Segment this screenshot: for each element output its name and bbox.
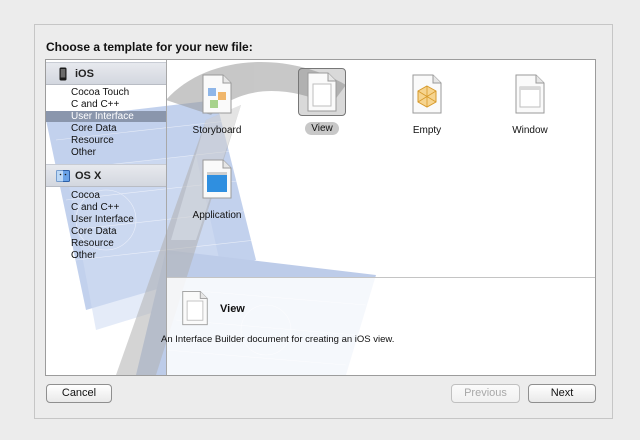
template-view[interactable]: View — [277, 68, 367, 135]
template-grid: Storyboard View Empty Window Application — [167, 60, 595, 277]
template-label: Storyboard — [192, 125, 242, 136]
sidebar-section-osx[interactable]: OS X — [46, 164, 166, 187]
storyboard-file-icon — [202, 74, 232, 114]
sidebar-item-other[interactable]: Other — [46, 147, 166, 158]
sidebar-item-core-data[interactable]: Core Data — [46, 123, 166, 134]
template-label: Empty — [412, 125, 442, 136]
iphone-icon — [56, 67, 70, 81]
cancel-button[interactable]: Cancel — [46, 384, 112, 403]
sidebar-section-ios[interactable]: iOS — [46, 62, 166, 85]
view-file-icon — [181, 290, 209, 329]
empty-file-icon — [412, 74, 442, 114]
view-file-icon — [307, 72, 337, 112]
sidebar-item-cocoa-touch[interactable]: Cocoa Touch — [46, 87, 166, 98]
sidebar-item-user-interface[interactable]: User Interface — [46, 214, 166, 225]
sidebar-section-label: OS X — [75, 169, 102, 182]
sidebar-item-core-data[interactable]: Core Data — [46, 226, 166, 237]
description-text: An Interface Builder document for creati… — [161, 334, 395, 345]
sidebar-item-other[interactable]: Other — [46, 250, 166, 261]
dialog-title: Choose a template for your new file: — [46, 40, 253, 54]
sidebar-item-user-interface[interactable]: User Interface — [46, 111, 166, 122]
template-label: Window — [512, 125, 548, 136]
previous-button[interactable]: Previous — [451, 384, 520, 403]
sidebar-item-c-and-cpp[interactable]: C and C++ — [46, 99, 166, 110]
template-category-sidebar: iOS Cocoa Touch C and C++ User Interface… — [46, 60, 167, 375]
template-panel: iOS Cocoa Touch C and C++ User Interface… — [45, 59, 596, 376]
application-file-icon — [202, 159, 232, 199]
template-empty[interactable]: Empty — [382, 70, 472, 137]
finder-icon — [56, 169, 70, 183]
sidebar-item-resource[interactable]: Resource — [46, 238, 166, 249]
template-description: View An Interface Builder document for c… — [161, 277, 595, 375]
sidebar-section-label: iOS — [75, 67, 94, 80]
description-title: View — [220, 303, 245, 315]
sidebar-item-resource[interactable]: Resource — [46, 135, 166, 146]
template-label: Application — [192, 210, 242, 221]
template-application[interactable]: Application — [172, 155, 262, 222]
sidebar-item-cocoa[interactable]: Cocoa — [46, 190, 166, 201]
template-label: View — [305, 122, 339, 135]
template-window[interactable]: Window — [485, 70, 575, 137]
window-file-icon — [515, 74, 545, 114]
sidebar-item-c-and-cpp[interactable]: C and C++ — [46, 202, 166, 213]
next-button[interactable]: Next — [528, 384, 596, 403]
template-storyboard[interactable]: Storyboard — [172, 70, 262, 137]
